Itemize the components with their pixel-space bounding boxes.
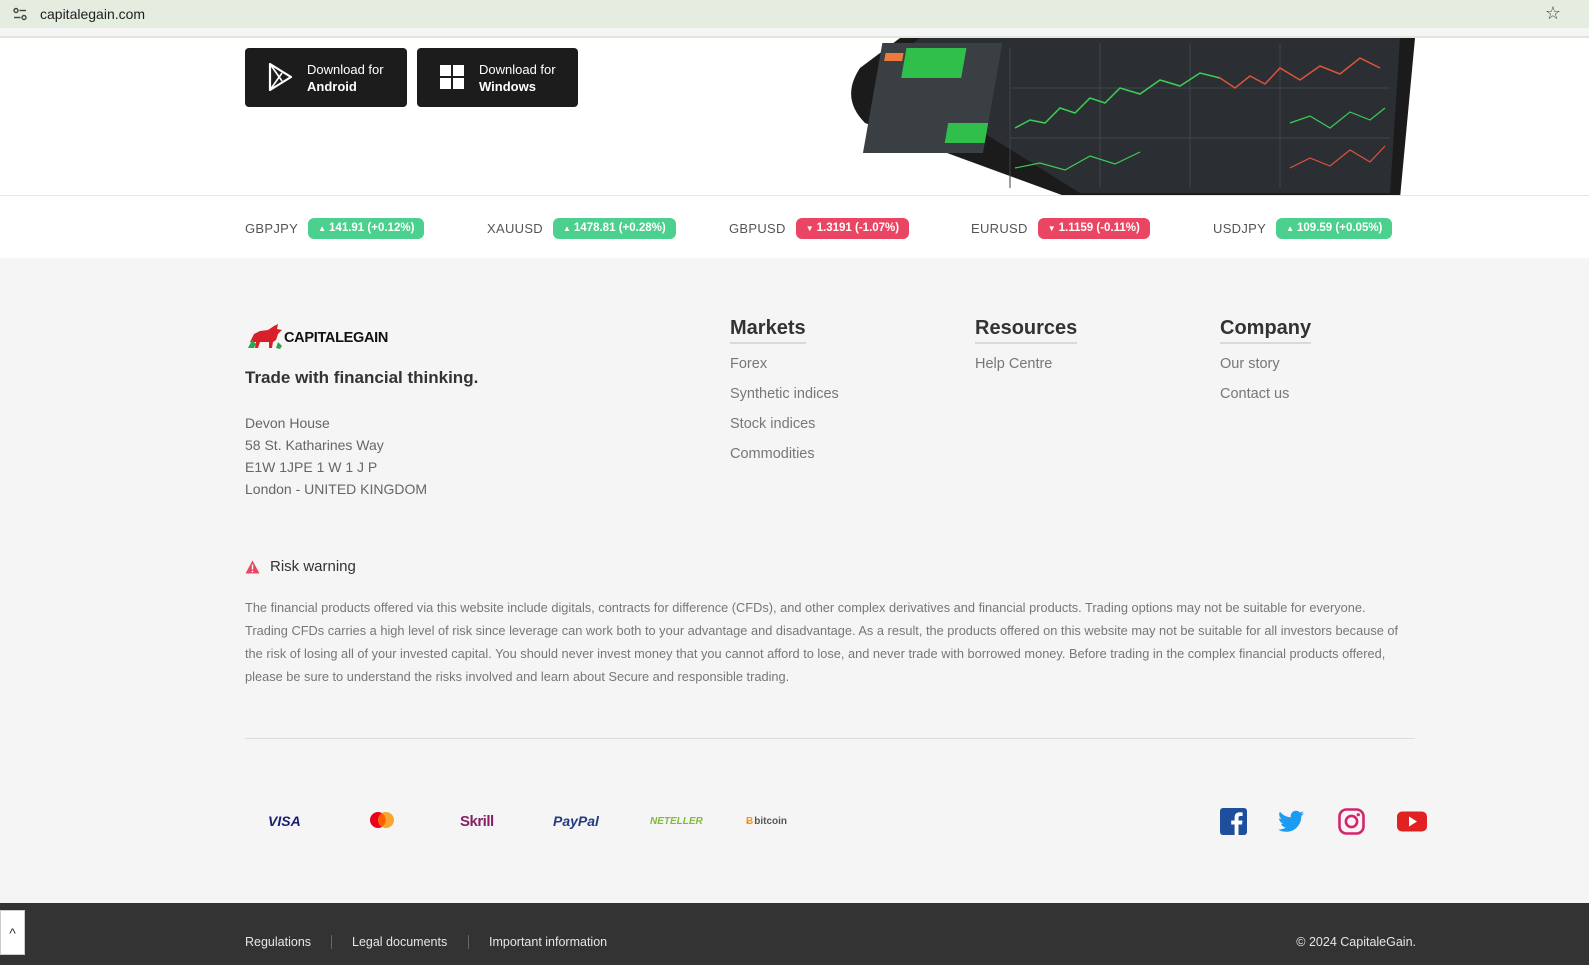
risk-warning-text: The financial products offered via this … [245, 600, 1399, 684]
company-address: Devon House 58 St. Katharines Way E1W 1J… [245, 412, 427, 500]
ticker-symbol: USDJPY [1213, 220, 1267, 236]
ticker-price-badge: ▲ 141.91 (+0.12%) [308, 217, 425, 239]
trading-platform-tablet-image [851, 38, 1415, 195]
chevron-up-icon: ^ [9, 924, 16, 941]
ticker-price-badge: ▼ 1.1159 (-0.11%) [1037, 217, 1150, 239]
download-android-button[interactable]: Download for Android [245, 48, 407, 107]
ticker-symbol: EURUSD [971, 220, 1028, 236]
paypal-logo: PayPal [553, 813, 599, 829]
neteller-logo: NETELLER [650, 815, 703, 827]
arrow-up-icon: ▲ [1286, 223, 1295, 233]
link-separator [331, 935, 332, 949]
ticker-item[interactable]: GBPJPY ▲ 141.91 (+0.12%) [245, 217, 425, 239]
footer-link-commodities[interactable]: Commodities [730, 446, 839, 462]
price-ticker: GBPJPY ▲ 141.91 (+0.12%) XAUUSD ▲ 1478.81 … [0, 195, 1589, 258]
ticker-symbol: XAUUSD [487, 220, 543, 236]
bitcoin-symbol-icon: Ƀ [746, 815, 754, 827]
skrill-logo: Skrill [460, 812, 494, 830]
bull-logo-icon [248, 324, 282, 349]
footer-link-stock-indices[interactable]: Stock indices [730, 416, 839, 432]
site-info-icon[interactable] [12, 6, 28, 22]
arrow-down-icon: ▼ [805, 223, 814, 233]
risk-warning-title: Risk warning [270, 558, 356, 575]
ticker-price-badge: ▼ 1.3191 (-1.07%) [795, 217, 910, 239]
address-bar[interactable]: capitalegain.com ☆ [0, 0, 1589, 28]
arrow-down-icon: ▼ [1047, 223, 1056, 233]
warning-icon [245, 560, 260, 573]
footer-column-markets: Markets Forex Synthetic indices Stock in… [730, 317, 839, 476]
address-line: London - UNITED KINGDOM [245, 481, 428, 497]
capitalegain-logo[interactable]: CAPITALEGAIN [248, 322, 388, 350]
footer-link-forex[interactable]: Forex [730, 356, 839, 372]
ticker-symbol: GBPUSD [729, 220, 786, 236]
ticker-value: 1.3191 [816, 222, 852, 234]
ticker-item[interactable]: USDJPY ▲ 109.59 (+0.05%) [1213, 217, 1393, 239]
footer-link-contact-us[interactable]: Contact us [1220, 386, 1311, 402]
copyright-text: © 2024 CapitaleGain. [1296, 935, 1416, 949]
download-android-line2: Android [307, 79, 357, 94]
column-title: Markets [730, 317, 806, 344]
google-play-icon [268, 62, 293, 92]
footer-link-synthetic-indices[interactable]: Synthetic indices [730, 386, 839, 402]
brand-tagline: Trade with financial thinking. [245, 368, 479, 387]
windows-icon [440, 65, 464, 89]
link-separator [468, 935, 469, 949]
ticker-value: 1478.81 [573, 222, 616, 234]
instagram-icon[interactable] [1338, 808, 1365, 835]
ticker-change: (+0.12%) [367, 222, 415, 234]
url-text[interactable]: capitalegain.com [40, 6, 145, 22]
ticker-value: 1.1159 [1058, 222, 1094, 234]
ticker-value: 141.91 [329, 222, 365, 234]
footer-link-help-centre[interactable]: Help Centre [975, 356, 1077, 372]
brand-name: CAPITALEGAIN [284, 330, 389, 346]
important-information-link[interactable]: Important information [489, 935, 607, 949]
hero-section: Download for Android Download for Window… [0, 38, 1589, 195]
ticker-change: (-0.11%) [1096, 222, 1140, 234]
footer-link-our-story[interactable]: Our story [1220, 356, 1311, 372]
twitter-icon[interactable] [1278, 808, 1305, 835]
bottom-bar: Regulations Legal documents Important in… [0, 903, 1589, 965]
ticker-value: 109.59 [1297, 222, 1333, 234]
risk-warning-heading: Risk warning [245, 558, 356, 575]
mastercard-logo [370, 812, 394, 828]
visa-logo: VISA [268, 813, 301, 829]
arrow-up-icon: ▲ [562, 223, 571, 233]
column-title: Company [1220, 317, 1312, 344]
regulations-link[interactable]: Regulations [245, 935, 311, 949]
footer-divider [245, 738, 1415, 739]
ticker-change: (-1.07%) [855, 222, 900, 234]
youtube-icon[interactable] [1397, 808, 1427, 835]
footer-column-resources: Resources Help Centre [975, 317, 1078, 386]
bookmark-star-icon[interactable]: ☆ [1545, 3, 1561, 24]
scroll-to-top-button[interactable]: ^ [0, 910, 25, 955]
bitcoin-logo: Ƀbitcoin [746, 811, 787, 831]
facebook-icon[interactable] [1220, 808, 1247, 835]
ticker-price-badge: ▲ 109.59 (+0.05%) [1276, 217, 1393, 239]
legal-documents-link[interactable]: Legal documents [352, 935, 447, 949]
ticker-item[interactable]: XAUUSD ▲ 1478.81 (+0.28%) [487, 217, 676, 239]
ticker-price-badge: ▲ 1478.81 (+0.28%) [552, 217, 676, 239]
column-title: Resources [975, 317, 1078, 344]
address-line: 58 St. Katharines Way [245, 437, 384, 453]
ticker-change: (+0.28%) [618, 222, 666, 234]
download-windows-line2: Windows [479, 79, 536, 94]
download-android-line1: Download for [307, 62, 384, 77]
footer-column-company: Company Our story Contact us [1220, 317, 1312, 416]
address-line: E1W 1JPE 1 W 1 J P [245, 459, 378, 475]
download-windows-button[interactable]: Download for Windows [417, 48, 578, 107]
ticker-symbol: GBPJPY [245, 220, 299, 236]
bitcoin-text: bitcoin [754, 815, 788, 827]
ticker-item[interactable]: EURUSD ▼ 1.1159 (-0.11%) [971, 217, 1150, 239]
address-line: Devon House [245, 415, 330, 431]
ticker-change: (+0.05%) [1335, 222, 1383, 234]
download-windows-line1: Download for [479, 62, 556, 77]
arrow-up-icon: ▲ [318, 223, 327, 233]
ticker-item[interactable]: GBPUSD ▼ 1.3191 (-1.07%) [729, 217, 910, 239]
